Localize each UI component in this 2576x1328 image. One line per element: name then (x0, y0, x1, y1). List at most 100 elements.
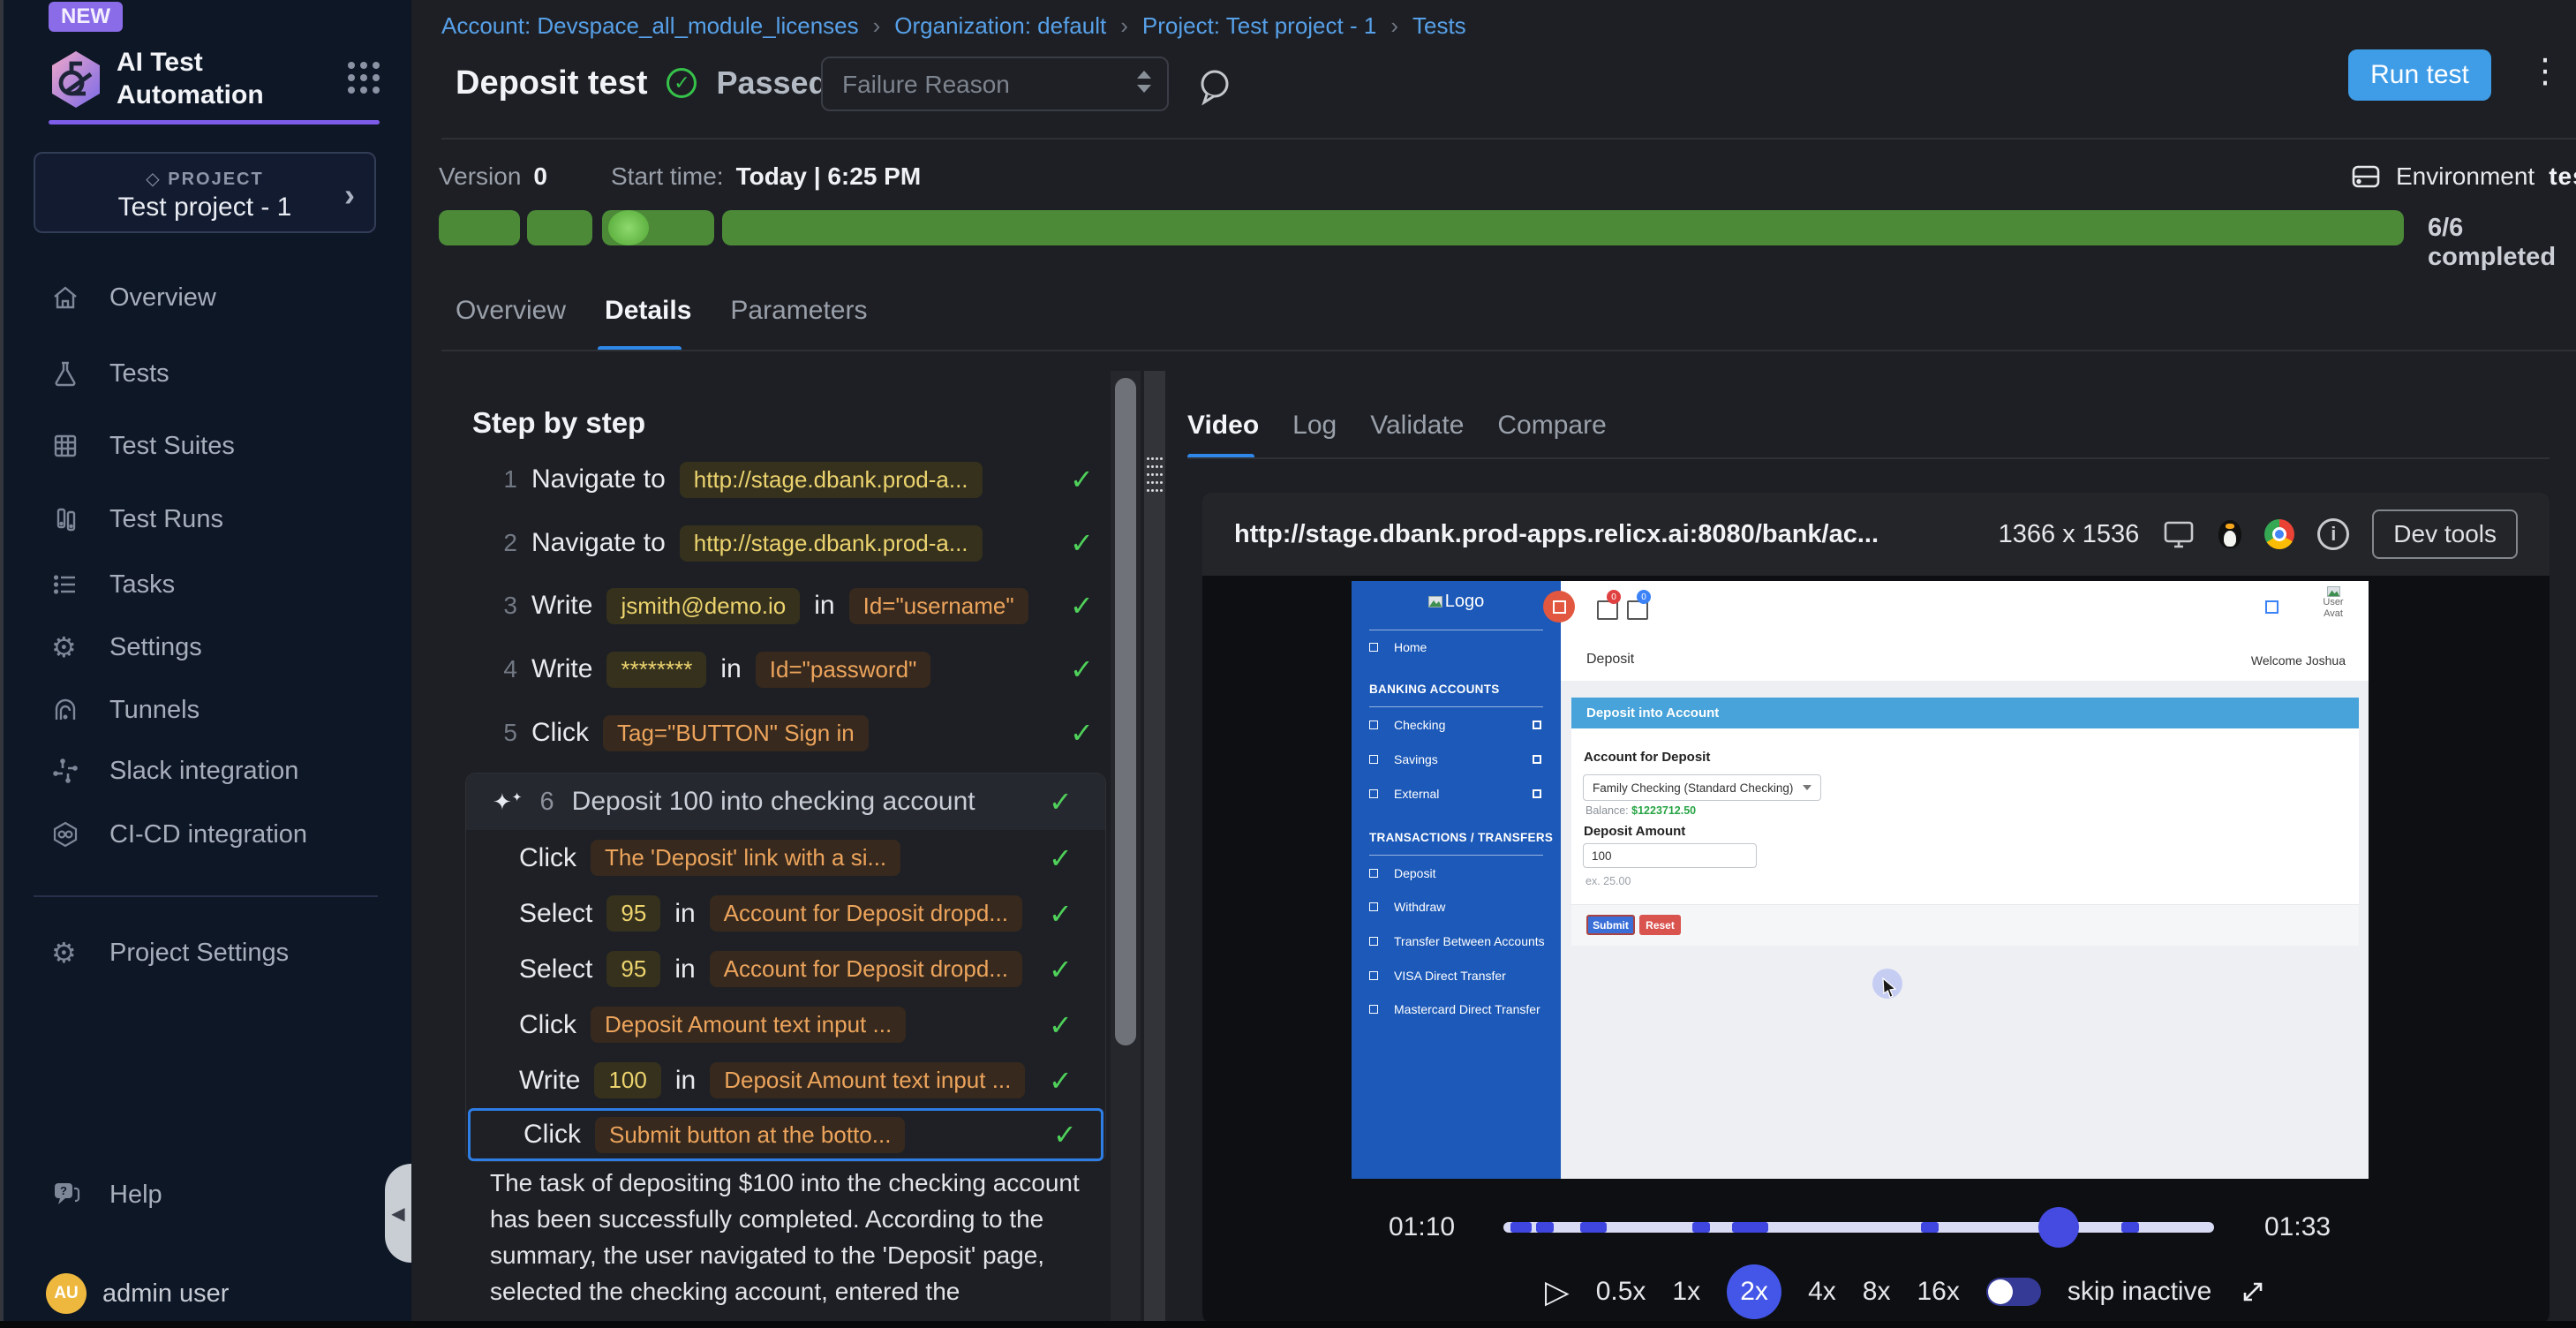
substep-row-6-selected[interactable]: Click Submit button at the botto... (468, 1108, 1103, 1161)
reset-button[interactable]: Reset (1639, 915, 1681, 935)
gear-icon: ⚙ (51, 630, 94, 664)
run-test-button[interactable]: Run test (2348, 49, 2491, 101)
step-number: 2 (494, 529, 517, 557)
project-name: Test project - 1 (35, 192, 374, 223)
bank-nav-visa-transfer[interactable]: VISA Direct Transfer (1352, 962, 1561, 989)
sidebar-collapse-handle[interactable]: ◀ (385, 1164, 411, 1263)
account-for-deposit-select[interactable]: Family Checking (Standard Checking) (1583, 774, 1821, 801)
speed-8x[interactable]: 8x (1863, 1277, 1891, 1307)
substep-row-3[interactable]: Select 95 in Account for Deposit dropd..… (466, 941, 1105, 997)
app-switcher-icon[interactable] (344, 58, 383, 97)
substep-row-4[interactable]: Click Deposit Amount text input ... (466, 997, 1105, 1053)
user-menu[interactable]: AU admin user (0, 1268, 411, 1319)
tab-video[interactable]: Video (1187, 411, 1259, 441)
sidebar-item-cicd-integration[interactable]: CI-CD integration (0, 809, 411, 860)
progress-caption: 6/6 completed (2428, 214, 2576, 272)
speed-2x-active[interactable]: 2x (1727, 1264, 1781, 1319)
comment-icon[interactable] (1194, 65, 1235, 106)
sidebar-item-project-settings[interactable]: ⚙ Project Settings (0, 927, 411, 978)
devtools-button[interactable]: Dev tools (2372, 509, 2518, 559)
timeline-activity-mark (1921, 1222, 1939, 1233)
substep-row-1[interactable]: Click The 'Deposit' link with a si... (466, 830, 1105, 886)
bank-nav-withdraw[interactable]: Withdraw (1352, 894, 1561, 920)
tab-parameters[interactable]: Parameters (730, 296, 867, 326)
failure-reason-select[interactable] (821, 57, 1169, 111)
step-panel-scrollbar-thumb[interactable] (1115, 378, 1136, 1045)
deposit-amount-input[interactable] (1583, 843, 1757, 868)
bank-nav-checking[interactable]: Checking (1352, 712, 1561, 738)
breadcrumb-project[interactable]: Project: Test project - 1 (1142, 12, 1376, 40)
step-row-4[interactable]: 4 Write ******** in Id="password" (494, 649, 1109, 690)
current-time: 01:10 (1389, 1212, 1455, 1242)
square-icon (1533, 789, 1541, 798)
step-target-chip: Deposit Amount text input ... (710, 1062, 1025, 1098)
submit-button[interactable]: Submit (1586, 915, 1635, 935)
step-row-1[interactable]: 1 Navigate to http://stage.dbank.prod-a.… (494, 459, 1109, 500)
breadcrumb-account[interactable]: Account: Devspace_all_module_licenses (441, 12, 859, 40)
step-value-chip: ******** (606, 652, 706, 688)
step-row-3[interactable]: 3 Write jsmith@demo.io in Id="username" (494, 585, 1109, 626)
bank-nav-home[interactable]: Home (1352, 634, 1561, 660)
step-number: 1 (494, 465, 517, 494)
bank-nav-external[interactable]: External (1352, 781, 1561, 807)
timeline-track[interactable] (1503, 1222, 2214, 1233)
substep-row-2[interactable]: Select 95 in Account for Deposit dropd..… (466, 886, 1105, 941)
info-icon[interactable]: i (2317, 518, 2349, 550)
timeline-activity-mark (1510, 1222, 1532, 1233)
sidebar-item-slack-integration[interactable]: Slack integration (0, 745, 411, 796)
step-target-chip: Id="password" (756, 652, 931, 688)
bank-nav-mastercard-transfer[interactable]: Mastercard Direct Transfer (1352, 996, 1561, 1022)
fullscreen-icon[interactable] (2238, 1277, 2268, 1307)
sidebar-item-tasks[interactable]: Tasks (0, 559, 411, 610)
sidebar-item-test-runs[interactable]: Test Runs (0, 494, 411, 545)
user-avatar-broken-image[interactable]: UserAvat (2311, 586, 2355, 620)
sidebar-item-overview[interactable]: Overview (0, 272, 411, 323)
speed-0_5x[interactable]: 0.5x (1596, 1277, 1646, 1307)
step-row-2[interactable]: 2 Navigate to http://stage.dbank.prod-a.… (494, 523, 1109, 563)
chevron-sep-icon: › (1376, 12, 1412, 40)
check-icon (1070, 716, 1094, 750)
pane-resize-divider[interactable] (1144, 371, 1165, 1321)
tab-validate[interactable]: Validate (1370, 411, 1464, 441)
breadcrumb-tests[interactable]: Tests (1412, 12, 1466, 40)
blue-square-icon[interactable] (2265, 600, 2278, 614)
pane-resize-handle-icon[interactable] (1147, 457, 1164, 497)
tab-details[interactable]: Details (605, 296, 691, 326)
deposit-panel-body: Account for Deposit Family Checking (Sta… (1571, 728, 2359, 904)
bank-nav-savings[interactable]: Savings (1352, 746, 1561, 773)
step-row-5[interactable]: 5 Click Tag="BUTTON" Sign in (494, 713, 1109, 753)
timeline-knob[interactable] (2038, 1207, 2079, 1248)
video-resolution: 1366 x 1536 (1999, 520, 2140, 549)
project-selector[interactable]: ◇ PROJECT Test project - 1 › (34, 152, 376, 233)
chevron-down-icon (1803, 785, 1811, 790)
sidebar-item-tests[interactable]: Tests (0, 348, 411, 399)
play-icon[interactable]: ▷ (1545, 1273, 1570, 1310)
in-label: in (674, 899, 695, 929)
timeline-activity-mark (2121, 1222, 2139, 1233)
progress-marker (608, 210, 649, 245)
speed-16x[interactable]: 16x (1917, 1277, 1959, 1307)
select-chevrons-icon (1137, 71, 1151, 93)
step-value-chip: 100 (594, 1062, 660, 1098)
player-controls: ▷ 0.5x 1x 2x 4x 8x 16x skip inactive (1545, 1264, 2268, 1319)
bank-nav-deposit[interactable]: Deposit (1352, 860, 1561, 887)
sidebar-item-tunnels[interactable]: Tunnels (0, 684, 411, 736)
sidebar-item-help[interactable]: ? Help (0, 1169, 411, 1220)
step-group-header[interactable]: ✦✦ 6 Deposit 100 into checking account (466, 773, 1105, 830)
kebab-menu-icon[interactable]: ⋮ (2528, 51, 2562, 91)
bank-nav-transfer[interactable]: Transfer Between Accounts (1352, 928, 1561, 954)
tab-overview[interactable]: Overview (456, 296, 566, 326)
failure-reason-input[interactable] (840, 58, 1109, 111)
substep-row-5[interactable]: Write 100 in Deposit Amount text input .… (466, 1053, 1105, 1108)
check-icon (1049, 841, 1073, 875)
sidebar-item-test-suites[interactable]: Test Suites (0, 420, 411, 472)
bank-section-title: TRANSACTIONS / TRANSFERS (1369, 831, 1553, 844)
tab-compare[interactable]: Compare (1497, 411, 1606, 441)
square-bullet-icon (1369, 869, 1378, 878)
skip-inactive-toggle[interactable] (1986, 1278, 2041, 1306)
breadcrumb-organization[interactable]: Organization: default (894, 12, 1106, 40)
speed-4x[interactable]: 4x (1808, 1277, 1836, 1307)
tab-log[interactable]: Log (1292, 411, 1337, 441)
speed-1x[interactable]: 1x (1672, 1277, 1700, 1307)
sidebar-item-settings[interactable]: ⚙ Settings (0, 622, 411, 673)
